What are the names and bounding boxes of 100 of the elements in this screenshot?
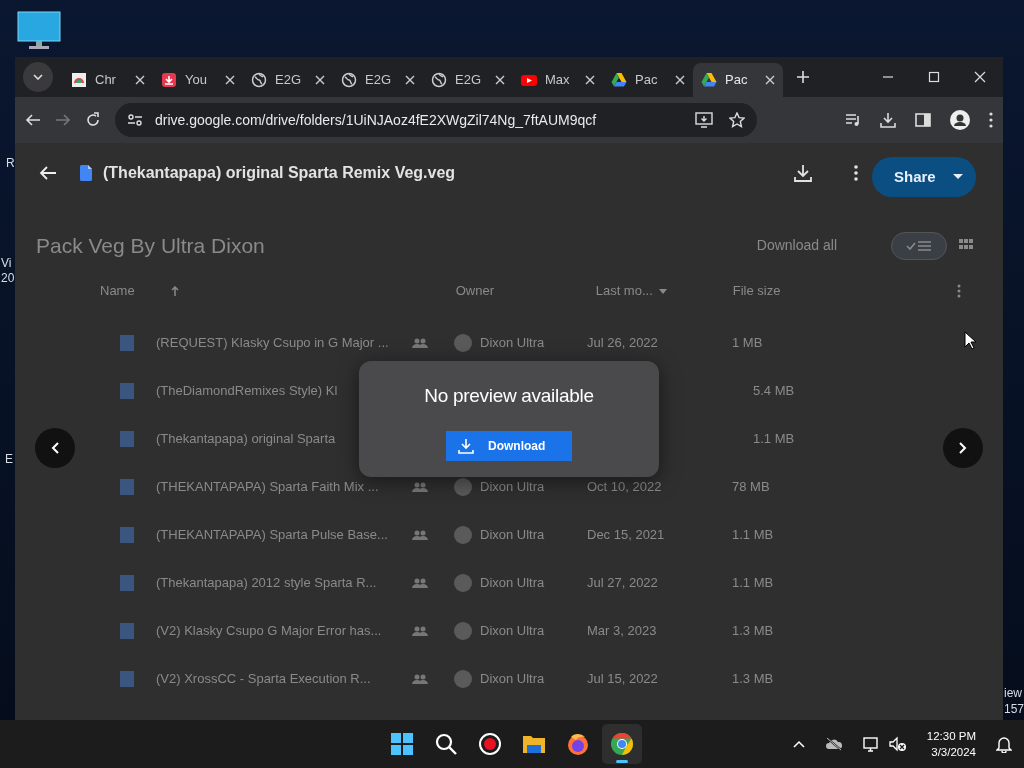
browser-tab[interactable]: Pac <box>693 63 783 97</box>
download-all-link[interactable]: Download all <box>756 235 837 256</box>
address-bar[interactable]: drive.google.com/drive/folders/1UiNJAoz4fE2XWgZil74Ng_7ftAUM9qcf <box>115 103 757 137</box>
star-icon[interactable] <box>729 112 745 128</box>
tab-title: E2G <box>365 71 391 90</box>
start-icon <box>390 732 414 756</box>
owner-name: Dixon Ultra <box>480 622 546 641</box>
reload-icon[interactable] <box>85 112 101 128</box>
close-icon[interactable] <box>765 75 775 85</box>
file-icon <box>120 431 134 447</box>
download-icon[interactable] <box>880 112 896 128</box>
shared-icon <box>412 674 428 684</box>
folder-title: Pack Veg By Ultra Dixon <box>36 232 265 259</box>
browser-tab[interactable]: E2G <box>333 63 423 97</box>
owner-name: Dixon Ultra <box>480 478 546 497</box>
tab-title: E2G <box>275 71 301 90</box>
site-settings-icon[interactable] <box>127 113 143 127</box>
close-icon[interactable] <box>225 75 235 85</box>
avatar-icon <box>454 574 472 592</box>
notification-icon[interactable] <box>996 735 1012 753</box>
file-name[interactable]: (THEKANTAPAPA) Sparta Faith Mix ... <box>156 477 412 497</box>
tab-title: Chr <box>95 71 116 90</box>
close-icon[interactable] <box>974 71 986 83</box>
file-icon <box>120 671 134 687</box>
shared-icon <box>412 530 428 540</box>
owner-name: Dixon Ultra <box>480 670 546 689</box>
file-icon <box>120 383 134 399</box>
chevron-left-icon <box>51 442 59 454</box>
column-header[interactable]: Last mo... <box>595 281 653 301</box>
view-toggle-button[interactable] <box>891 231 947 260</box>
shared-icon <box>412 578 428 588</box>
more-icon[interactable] <box>989 112 993 128</box>
file-size: 5.4 MB <box>753 382 795 401</box>
browser-tab[interactable]: E2G <box>423 63 513 97</box>
close-icon[interactable] <box>495 75 505 85</box>
desktop-icon-label: 20 <box>1 271 15 285</box>
desktop-icon-label: Vi <box>1 256 12 270</box>
side-panel-icon[interactable] <box>915 113 931 127</box>
record-icon <box>478 732 502 756</box>
file-size: 1.1 MB <box>732 574 774 593</box>
browser-tab[interactable]: E2G <box>243 63 333 97</box>
monitor-icon[interactable] <box>17 11 61 51</box>
cursor-icon <box>964 331 976 350</box>
owner-name: Dixon Ultra <box>480 574 546 593</box>
browser-tab[interactable]: Chr <box>63 63 153 97</box>
modified-date: Jul 26, 2022 <box>587 334 659 353</box>
firefox-icon <box>566 732 590 756</box>
close-icon[interactable] <box>675 75 685 85</box>
file-name[interactable]: (V2) Klasky Csupo G Major Error has... <box>156 621 412 641</box>
avatar-icon <box>454 478 472 496</box>
file-name[interactable]: (THEKANTAPAPA) Sparta Pulse Base... <box>156 525 412 545</box>
file-name[interactable]: (V2) XrossCC - Sparta Execution R... <box>156 669 412 689</box>
avatar-icon <box>454 670 472 688</box>
maximize-icon[interactable] <box>928 71 940 83</box>
desktop-icon-label: R <box>6 156 15 170</box>
network-icon[interactable] <box>862 736 881 752</box>
modified-date: Dec 15, 2021 <box>587 526 666 545</box>
volume-muted-icon[interactable] <box>888 736 907 752</box>
column-header: Owner <box>455 282 495 301</box>
tab-title: Pac <box>635 71 658 90</box>
taskbar-clock[interactable]: 12:30 PM 3/3/2024 <box>926 728 976 760</box>
shared-icon <box>412 338 428 348</box>
close-icon[interactable] <box>315 75 325 85</box>
owner-name: Dixon Ultra <box>480 526 546 545</box>
drive-icon <box>701 72 717 88</box>
forward-icon <box>55 112 71 128</box>
taskbar-app[interactable] <box>602 724 642 764</box>
tab-search-button[interactable] <box>23 62 53 92</box>
play-icon <box>521 72 537 88</box>
file-name[interactable]: (Thekantapapa) 2012 style Sparta R... <box>156 573 412 593</box>
more-icon[interactable] <box>854 165 858 181</box>
download-icon[interactable] <box>794 164 812 182</box>
new-tab-icon[interactable] <box>796 70 810 84</box>
cloud-off-icon[interactable] <box>824 737 843 751</box>
close-icon[interactable] <box>585 75 595 85</box>
browser-tab[interactable]: Max <box>513 63 603 97</box>
file-size: 1.3 MB <box>732 622 774 641</box>
modified-date: Mar 3, 2023 <box>587 622 658 641</box>
back-icon[interactable] <box>25 112 41 128</box>
install-icon[interactable] <box>695 112 713 128</box>
column-header[interactable]: Name <box>100 281 135 301</box>
file-size: 78 MB <box>732 478 770 497</box>
download-button[interactable]: Download <box>446 430 572 461</box>
close-icon[interactable] <box>405 75 415 85</box>
back-icon[interactable] <box>39 165 57 181</box>
browser-tab[interactable]: You <box>153 63 243 97</box>
tab-title: Max <box>545 71 570 90</box>
file-icon <box>120 479 134 495</box>
caret-icon <box>953 174 963 180</box>
share-button[interactable]: Share <box>872 157 976 197</box>
file-icon <box>120 623 134 639</box>
file-size: 1.1 MB <box>753 430 795 449</box>
chevron-up-icon[interactable] <box>792 740 805 748</box>
browser-tab[interactable]: Pac <box>603 63 693 97</box>
media-queue-icon[interactable] <box>845 113 861 127</box>
close-icon[interactable] <box>135 75 145 85</box>
profile-icon[interactable] <box>950 110 970 130</box>
dialog-message: No preview available <box>424 384 594 408</box>
file-name[interactable]: (REQUEST) Klasky Csupo in G Major ... <box>156 333 412 353</box>
tab-title: E2G <box>455 71 481 90</box>
